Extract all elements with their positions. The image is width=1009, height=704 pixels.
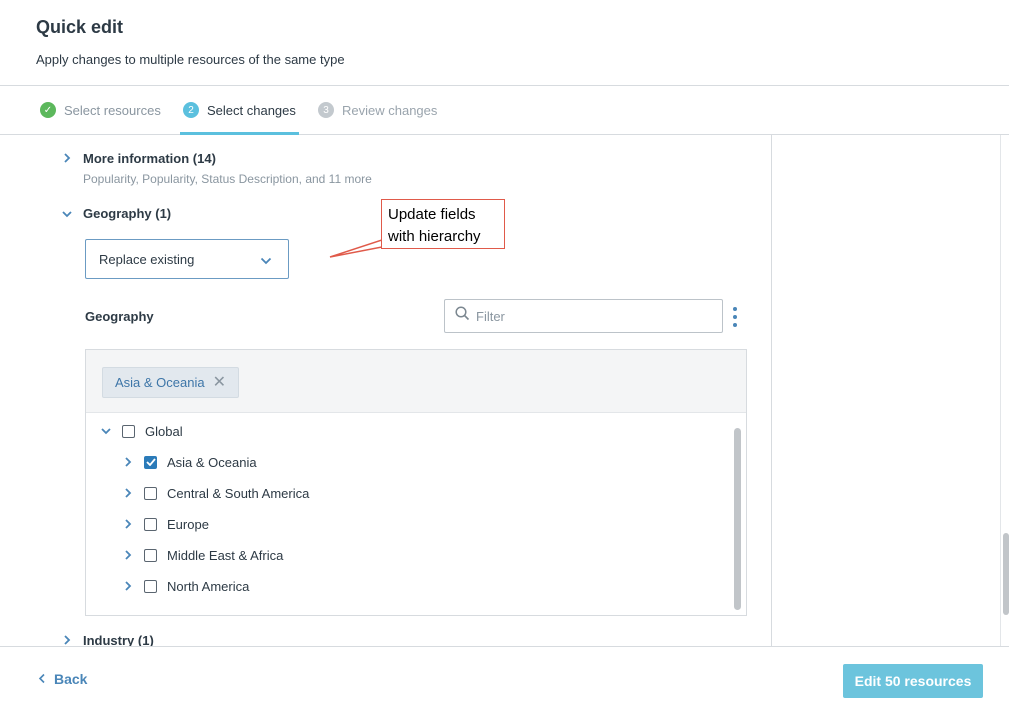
geography-field-label: Geography	[85, 309, 154, 324]
selected-chips-area: Asia & Oceania ✕	[86, 350, 746, 413]
tree-checkbox[interactable]	[144, 517, 157, 531]
chevron-right-icon[interactable]	[61, 634, 73, 646]
tree-item-label: Central & South America	[167, 485, 310, 501]
tree-item-label: Global	[145, 423, 183, 439]
selected-chip: Asia & Oceania ✕	[102, 367, 240, 398]
step-select-changes[interactable]: 2 Select changes	[180, 86, 299, 135]
chevron-down-icon[interactable]	[100, 425, 112, 437]
check-circle-icon: ✓	[40, 102, 56, 118]
stepper: ✓ Select resources 2 Select changes 3 Re…	[0, 86, 1009, 135]
chevron-left-icon	[38, 671, 46, 687]
tree-checkbox-checked[interactable]	[144, 455, 157, 469]
update-mode-select[interactable]: Replace existing	[85, 239, 289, 279]
step-select-resources[interactable]: ✓ Select resources	[40, 86, 161, 134]
main-content: More information (14) Popularity, Popula…	[0, 135, 1009, 646]
tree-checkbox[interactable]	[144, 579, 157, 593]
section-geography-title[interactable]: Geography (1)	[83, 206, 171, 221]
filter-input[interactable]	[476, 308, 706, 324]
edit-resources-button[interactable]: Edit 50 resources	[843, 664, 983, 698]
chevron-right-icon[interactable]	[122, 487, 134, 499]
annotation-callout: Update fields with hierarchy	[381, 199, 505, 249]
tree-item-europe[interactable]: Europe	[122, 514, 209, 534]
chevron-down-icon	[260, 253, 272, 268]
kebab-menu-icon[interactable]	[730, 306, 740, 328]
tree-scrollbar[interactable]	[734, 428, 741, 610]
content-scrollbar[interactable]	[1003, 533, 1009, 615]
chevron-down-icon[interactable]	[61, 208, 73, 220]
chip-label: Asia & Oceania	[115, 375, 205, 390]
tree-checkbox[interactable]	[144, 486, 157, 500]
close-icon[interactable]: ✕	[213, 374, 226, 391]
chevron-right-icon[interactable]	[122, 518, 134, 530]
back-button[interactable]: Back	[38, 671, 87, 687]
filter-field[interactable]	[444, 299, 723, 333]
callout-line-1: Update fields	[388, 206, 476, 223]
step-label: Select changes	[207, 102, 296, 118]
chevron-right-icon[interactable]	[122, 549, 134, 561]
step-number-badge: 3	[318, 102, 334, 118]
panel-divider	[771, 135, 772, 646]
tree-item-middle-east-africa[interactable]: Middle East & Africa	[122, 545, 283, 565]
update-mode-value: Replace existing	[99, 251, 195, 267]
tree-item-label: Europe	[167, 516, 209, 532]
chevron-right-icon[interactable]	[61, 152, 73, 164]
tree-item-asia-oceania[interactable]: Asia & Oceania	[122, 452, 257, 472]
step-review-changes[interactable]: 3 Review changes	[318, 86, 437, 134]
tree-checkbox[interactable]	[122, 424, 135, 438]
scroll-track	[1000, 135, 1001, 646]
page-title: Quick edit	[36, 17, 124, 37]
callout-line-2: with hierarchy	[388, 228, 481, 245]
section-more-information-title[interactable]: More information (14)	[83, 151, 216, 166]
tree-checkbox[interactable]	[144, 548, 157, 562]
tree-item-label: Asia & Oceania	[167, 454, 257, 470]
page-subtitle: Apply changes to multiple resources of t…	[36, 52, 345, 67]
step-number-badge: 2	[183, 102, 199, 118]
search-icon	[455, 306, 470, 326]
section-industry-title[interactable]: Industry (1)	[83, 633, 154, 646]
chevron-right-icon[interactable]	[122, 456, 134, 468]
section-more-information-description: Popularity, Popularity, Status Descripti…	[83, 172, 372, 186]
back-button-label: Back	[54, 671, 88, 687]
chevron-right-icon[interactable]	[122, 580, 134, 592]
dialog-footer: Back Edit 50 resources	[0, 646, 1009, 704]
step-label: Review changes	[342, 102, 438, 118]
step-label: Select resources	[64, 102, 161, 118]
tree-item-label: Middle East & Africa	[167, 547, 284, 563]
tree-item-global[interactable]: Global	[100, 421, 183, 441]
tree-item-label: North America	[167, 578, 250, 594]
dialog-header: Quick edit Apply changes to multiple res…	[0, 0, 1009, 86]
tree-item-north-america[interactable]: North America	[122, 576, 249, 596]
tree-item-central-south-america[interactable]: Central & South America	[122, 483, 309, 503]
hierarchy-tree-panel: Asia & Oceania ✕ Global Asia & Oceania C…	[85, 349, 747, 616]
